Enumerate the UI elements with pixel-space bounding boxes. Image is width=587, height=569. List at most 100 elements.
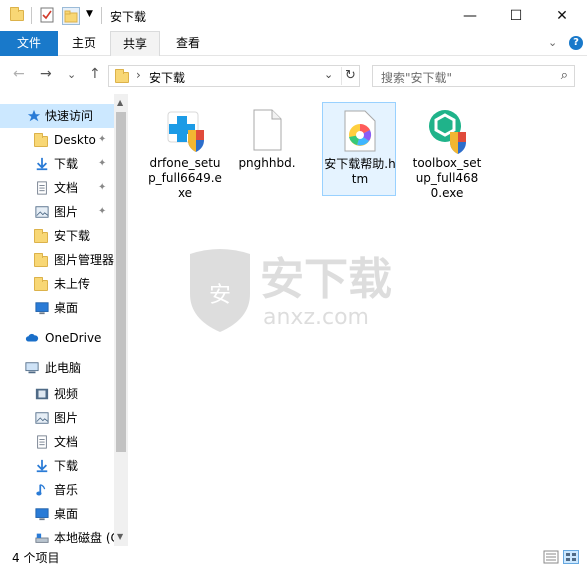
file-item[interactable]: pnghhbd. <box>230 102 304 196</box>
navigation-pane: 快速访问 Deskto ✦ 下载 ✦ 文档 ✦ 图片 ✦ 安下载 图片管理器 未… <box>0 94 128 546</box>
sidebar-item-videos[interactable]: 视频 <box>0 382 114 406</box>
sidebar-item-desktop-pc[interactable]: 桌面 <box>0 502 114 526</box>
sidebar-scrollbar[interactable]: ▲ ▼ <box>114 94 128 546</box>
watermark-shield-text: 安 <box>209 283 231 308</box>
sidebar-item-label: 未上传 <box>54 277 91 291</box>
sidebar-item-not-uploaded[interactable]: 未上传 <box>0 272 114 296</box>
search-placeholder: 搜索"安下载" <box>381 71 453 85</box>
search-icon[interactable]: ⌕ <box>561 68 568 83</box>
search-input[interactable]: 搜索"安下载" ⌕ <box>372 65 575 87</box>
sidebar-item-downloads-pinned[interactable]: 下载 ✦ <box>0 152 114 176</box>
breadcrumb-separator[interactable]: › <box>136 68 141 82</box>
toolbox-installer-icon <box>429 110 466 154</box>
sidebar-item-desktop-pinned[interactable]: Deskto ✦ <box>0 128 114 152</box>
tab-share[interactable]: 共享 <box>110 31 160 56</box>
sidebar-item-label: 文档 <box>54 181 79 195</box>
sidebar-item-label: 音乐 <box>54 483 79 497</box>
sidebar-item-documents[interactable]: 文档 <box>0 430 114 454</box>
minimize-button[interactable]: — <box>447 0 493 31</box>
blank-file-icon <box>253 109 282 151</box>
tab-view[interactable]: 查看 <box>162 31 214 56</box>
file-item-selected[interactable]: 安下载帮助.htm <box>322 102 396 196</box>
status-bar: 4 个项目 <box>0 546 587 569</box>
sidebar-item-image-manager[interactable]: 图片管理器 <box>0 248 114 272</box>
sidebar-item-anxz[interactable]: 安下载 <box>0 224 114 248</box>
large-icons-view-icon[interactable] <box>563 550 579 564</box>
close-button[interactable]: ✕ <box>539 0 585 31</box>
sidebar-item-label: 图片管理器 <box>54 253 114 267</box>
sidebar-item-this-pc[interactable]: 此电脑 <box>0 356 114 380</box>
folder-icon <box>115 69 129 83</box>
sidebar-item-desktop[interactable]: 桌面 <box>0 296 114 320</box>
pin-icon: ✦ <box>98 134 107 145</box>
sidebar-item-onedrive[interactable]: OneDrive <box>0 326 114 350</box>
item-count: 4 个项目 <box>12 551 60 565</box>
title-bar: ▼ 安下载 — ☐ ✕ <box>0 0 587 31</box>
sidebar-item-label: 下载 <box>54 459 79 473</box>
back-button[interactable]: ← <box>13 66 25 82</box>
folder-icon <box>34 133 50 147</box>
scrollbar-thumb[interactable] <box>116 112 126 452</box>
watermark-main-text: 安下载 <box>260 254 392 305</box>
pin-icon: ✦ <box>98 182 107 193</box>
ribbon-collapse-icon[interactable]: ⌄ <box>548 36 557 49</box>
sidebar-item-pictures[interactable]: 图片 <box>0 406 114 430</box>
scroll-down-icon[interactable]: ▼ <box>117 532 123 541</box>
sidebar-item-label: 安下载 <box>54 229 91 243</box>
scroll-up-icon[interactable]: ▲ <box>117 98 123 107</box>
picture-icon <box>35 206 49 218</box>
folder-icon <box>34 253 50 267</box>
sidebar-item-quick-access[interactable]: 快速访问 <box>0 104 114 128</box>
sidebar-item-label: 文档 <box>54 435 79 449</box>
recent-locations-button[interactable]: ⌄ <box>67 68 76 81</box>
address-dropdown-icon[interactable]: ⌄ <box>324 68 333 81</box>
drfone-installer-icon <box>167 111 204 152</box>
new-folder-icon[interactable] <box>62 7 80 28</box>
sidebar-item-label: 图片 <box>54 411 79 425</box>
document-icon <box>37 181 47 195</box>
folder-icon <box>34 277 50 291</box>
file-name: toolbox_setup_full4680.exe <box>412 156 482 200</box>
star-icon <box>27 109 41 122</box>
divider <box>31 7 32 24</box>
music-icon <box>36 484 46 496</box>
pin-icon: ✦ <box>98 206 107 217</box>
sidebar-item-label: 快速访问 <box>45 109 94 123</box>
navigation-bar: ← → ⌄ ↑ › 安下载 ⌄ ↻ 搜索"安下载" ⌕ <box>0 57 587 94</box>
sidebar-item-pictures-pinned[interactable]: 图片 ✦ <box>0 200 114 224</box>
sidebar-item-label: 下载 <box>54 157 79 171</box>
details-view-icon[interactable] <box>543 550 559 564</box>
properties-icon[interactable] <box>40 7 54 26</box>
sidebar-item-documents-pinned[interactable]: 文档 ✦ <box>0 176 114 200</box>
forward-button[interactable]: → <box>40 66 52 82</box>
help-icon[interactable]: ? <box>569 36 583 50</box>
breadcrumb-current[interactable]: 安下载 <box>149 69 185 86</box>
sidebar-item-music[interactable]: 音乐 <box>0 478 114 502</box>
folder-icon <box>34 229 50 243</box>
file-item[interactable]: toolbox_setup_full4680.exe <box>410 102 484 200</box>
file-item[interactable]: drfone_setup_full6649.exe <box>148 102 222 200</box>
sidebar-item-label: Deskto <box>54 133 96 147</box>
sidebar-item-local-disk[interactable]: 本地磁盘 (C <box>0 526 114 546</box>
up-button[interactable]: ↑ <box>89 66 101 82</box>
video-icon <box>35 388 49 400</box>
chevron-down-icon[interactable]: ▼ <box>86 9 93 19</box>
desktop-icon <box>35 302 49 315</box>
file-name: drfone_setup_full6649.exe <box>148 156 222 200</box>
desktop-icon <box>35 508 49 521</box>
document-icon <box>37 435 47 449</box>
maximize-button[interactable]: ☐ <box>493 0 539 31</box>
disk-icon <box>35 533 49 543</box>
tab-home[interactable]: 主页 <box>58 31 110 56</box>
sidebar-item-label: 视频 <box>54 387 79 401</box>
html-file-icon <box>344 110 376 152</box>
computer-icon <box>25 362 39 374</box>
sidebar-item-downloads[interactable]: 下载 <box>0 454 114 478</box>
address-bar[interactable]: › 安下载 ⌄ ↻ <box>108 65 360 87</box>
divider <box>101 7 102 24</box>
picture-icon <box>35 412 49 424</box>
refresh-button[interactable]: ↻ <box>341 67 359 85</box>
tab-file[interactable]: 文件 <box>0 31 58 56</box>
watermark-logo: 安 安下载 anxz.com <box>185 244 415 334</box>
window-title: 安下载 <box>110 10 147 24</box>
